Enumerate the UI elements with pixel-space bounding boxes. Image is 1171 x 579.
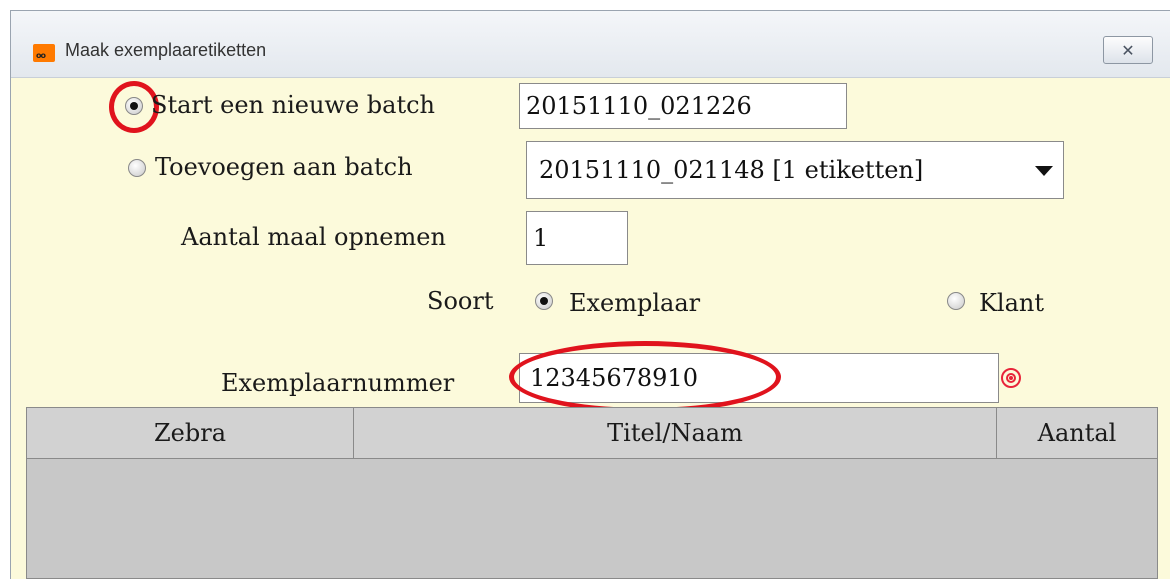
- label-item-number: Exemplaarnummer: [221, 369, 455, 397]
- app-logo-icon: oo: [33, 44, 55, 62]
- copies-input[interactable]: 1: [526, 211, 628, 265]
- label-type-klant[interactable]: Klant: [979, 289, 1044, 317]
- title-bar: oo Maak exemplaaretiketten ✕: [11, 11, 1170, 78]
- table-header: Zebra Titel/Naam Aantal: [27, 408, 1157, 459]
- close-icon: ✕: [1121, 40, 1135, 60]
- label-copies: Aantal maal opnemen: [181, 223, 446, 251]
- dialog-window: oo Maak exemplaaretiketten ✕ Start een n…: [10, 10, 1170, 579]
- chevron-down-icon: [1035, 166, 1053, 176]
- existing-batch-select[interactable]: 20151110_021148 [1 etiketten]: [526, 141, 1064, 199]
- label-new-batch: Start een nieuwe batch: [151, 91, 436, 119]
- window-title: Maak exemplaaretiketten: [65, 40, 267, 60]
- label-type: Soort: [427, 287, 494, 315]
- label-add-to-batch: Toevoegen aan batch: [155, 153, 413, 181]
- item-number-input[interactable]: 12345678910: [519, 353, 999, 403]
- radio-type-klant[interactable]: [947, 292, 965, 310]
- radio-new-batch[interactable]: [125, 97, 143, 115]
- column-header-zebra[interactable]: Zebra: [27, 408, 354, 458]
- label-type-exemplaar[interactable]: Exemplaar: [569, 289, 700, 317]
- radio-add-to-batch[interactable]: [128, 159, 146, 177]
- close-button[interactable]: ✕: [1103, 36, 1153, 64]
- new-batch-input[interactable]: 20151110_021226: [519, 83, 847, 129]
- labels-table: Zebra Titel/Naam Aantal: [26, 407, 1158, 579]
- existing-batch-value: 20151110_021148 [1 etiketten]: [539, 156, 924, 184]
- column-header-count[interactable]: Aantal: [997, 408, 1157, 458]
- column-header-title[interactable]: Titel/Naam: [354, 408, 997, 458]
- radio-type-exemplaar[interactable]: [535, 292, 553, 310]
- target-icon[interactable]: [1001, 368, 1021, 388]
